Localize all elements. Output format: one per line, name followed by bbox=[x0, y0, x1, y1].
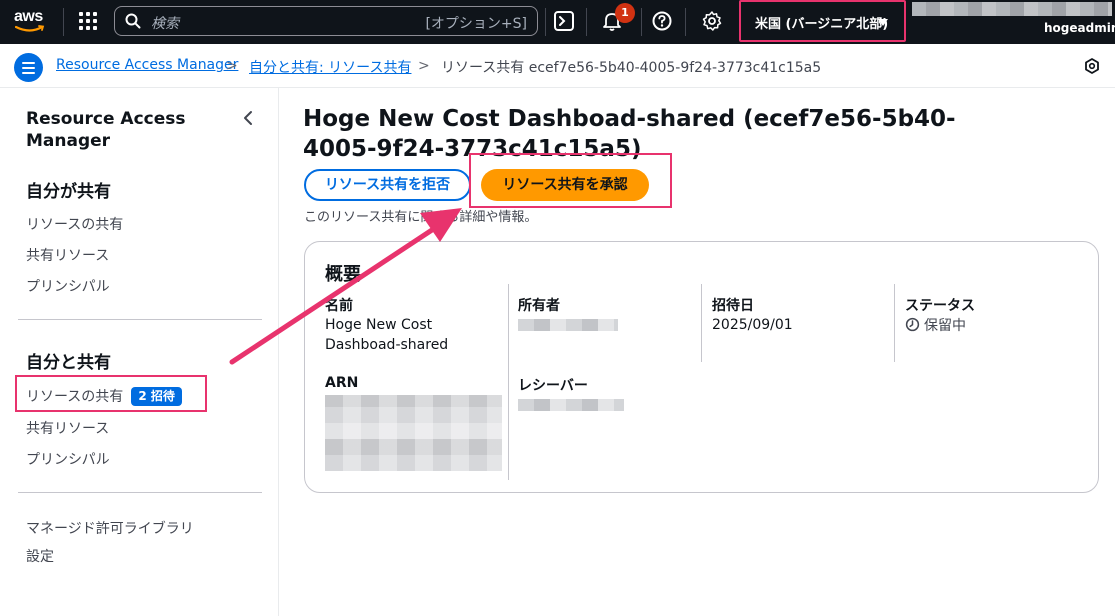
name-label: 名前 bbox=[325, 298, 353, 314]
breadcrumb-bar: Resource Access Manager > 自分と共有: リソース共有 … bbox=[0, 44, 1115, 88]
cloudshell-icon[interactable] bbox=[553, 10, 575, 32]
chevron-right-icon: > bbox=[226, 58, 238, 74]
sidebar-item-principals-by-me[interactable]: プリンシパル bbox=[26, 276, 110, 296]
notification-badge: 1 bbox=[615, 3, 635, 23]
arn-value-redacted bbox=[325, 395, 502, 471]
preferences-icon[interactable] bbox=[1084, 58, 1100, 74]
aws-smile-icon bbox=[15, 25, 45, 32]
services-grid-icon[interactable] bbox=[79, 12, 97, 30]
sidebar-item-shared-resources-by-me[interactable]: 共有リソース bbox=[26, 245, 109, 265]
nav-separator bbox=[63, 8, 64, 36]
summary-container: 概要 名前 Hoge New Cost Dashboad-shared 所有者 … bbox=[304, 241, 1099, 493]
invited-date-label: 招待日 bbox=[712, 298, 754, 314]
owner-value-redacted bbox=[518, 319, 618, 331]
sidebar-divider bbox=[18, 492, 262, 493]
sidebar-divider bbox=[18, 319, 262, 320]
top-navigation: aws 検索 [オプション+S] 1 米国 (バージニア北部) hogeadmi… bbox=[0, 0, 1115, 44]
status-text: 保留中 bbox=[924, 318, 966, 334]
owner-label: 所有者 bbox=[518, 298, 560, 314]
accept-highlight-annotation bbox=[469, 153, 672, 208]
status-label: ステータス bbox=[905, 298, 975, 314]
help-icon[interactable] bbox=[651, 10, 673, 32]
nav-separator bbox=[641, 8, 642, 36]
reject-share-button[interactable]: リソース共有を拒否 bbox=[304, 169, 471, 201]
sidebar-highlight-annotation bbox=[15, 375, 207, 412]
account-id-redacted bbox=[912, 2, 1112, 16]
gear-icon[interactable] bbox=[701, 10, 723, 32]
breadcrumb-ram[interactable]: Resource Access Manager bbox=[56, 57, 238, 73]
invited-date-value: 2025/09/01 bbox=[712, 317, 793, 333]
search-placeholder: 検索 bbox=[151, 16, 179, 32]
sidebar-item-managed-permissions[interactable]: マネージド許可ライブラリ bbox=[26, 518, 194, 538]
sidebar-title[interactable]: Resource Access Manager bbox=[26, 108, 236, 152]
menu-icon[interactable] bbox=[14, 53, 43, 82]
search-icon bbox=[125, 13, 141, 29]
receiver-value-redacted bbox=[518, 399, 624, 411]
sidebar-item-shared-resources-with-me[interactable]: 共有リソース bbox=[26, 418, 109, 438]
pending-clock-icon bbox=[905, 317, 920, 332]
column-divider bbox=[508, 284, 509, 480]
nav-separator bbox=[586, 8, 587, 36]
arn-label: ARN bbox=[325, 375, 359, 391]
name-value: Hoge New Cost Dashboad-shared bbox=[325, 317, 449, 353]
summary-heading: 概要 bbox=[325, 264, 361, 285]
caret-down-icon bbox=[878, 19, 888, 26]
region-label: 米国 (バージニア北部) bbox=[755, 17, 889, 32]
breadcrumb-shared-with-me[interactable]: 自分と共有: リソース共有 bbox=[249, 57, 411, 77]
status-value: 保留中 bbox=[905, 315, 966, 335]
nav-separator bbox=[545, 8, 546, 36]
sidebar-section-shared-by-me: 自分が共有 bbox=[26, 182, 111, 202]
nav-separator bbox=[685, 8, 686, 36]
aws-logo[interactable]: aws bbox=[14, 6, 48, 36]
column-divider bbox=[701, 284, 702, 362]
receiver-label: レシーバー bbox=[518, 378, 588, 394]
sidebar-section-shared-with-me: 自分と共有 bbox=[26, 353, 111, 373]
breadcrumb-current: リソース共有 ecef7e56-5b40-4005-9f24-3773c41c1… bbox=[441, 60, 822, 76]
sidebar-item-principals-with-me[interactable]: プリンシパル bbox=[26, 449, 110, 469]
account-menu[interactable]: hogeadmin bbox=[1044, 21, 1115, 35]
aws-logo-text: aws bbox=[14, 8, 43, 25]
column-divider bbox=[894, 284, 895, 362]
search-shortcut: [オプション+S] bbox=[425, 16, 527, 32]
search-box[interactable]: 検索 [オプション+S] bbox=[114, 6, 538, 36]
region-selector[interactable]: 米国 (バージニア北部) bbox=[739, 0, 906, 42]
chevron-left-icon[interactable] bbox=[242, 110, 254, 126]
page-description: このリソース共有に関する詳細や情報。 bbox=[304, 210, 538, 225]
chevron-right-icon: > bbox=[418, 58, 430, 74]
side-navigation: Resource Access Manager 自分が共有 リソースの共有 共有… bbox=[0, 88, 279, 616]
sidebar-item-settings[interactable]: 設定 bbox=[26, 546, 54, 566]
sidebar-item-resource-shares-by-me[interactable]: リソースの共有 bbox=[26, 214, 123, 234]
